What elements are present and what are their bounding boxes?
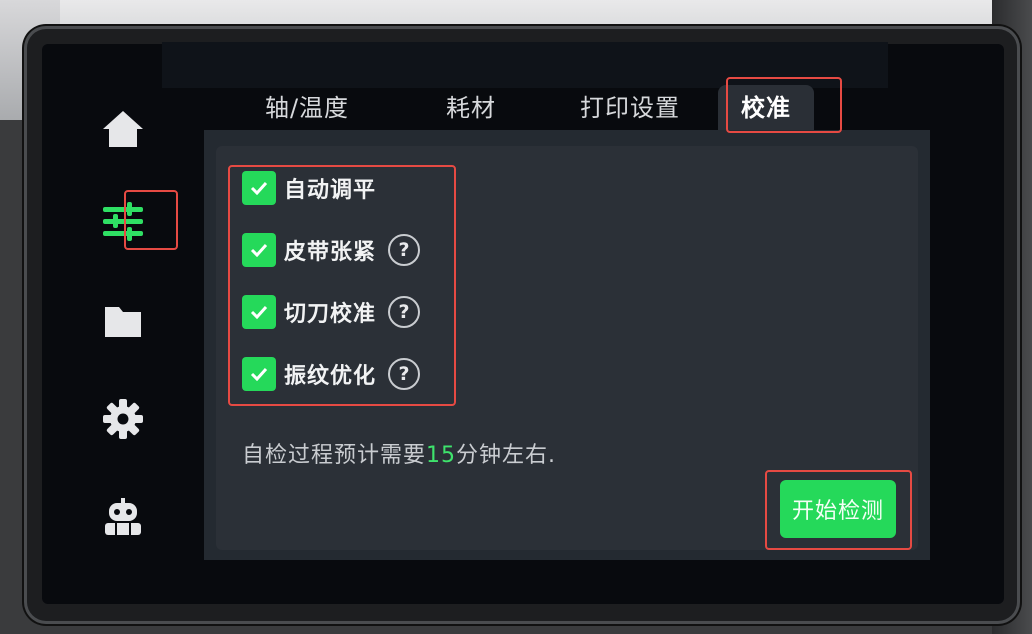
robot-icon [105, 498, 141, 535]
highlight-options [228, 165, 456, 406]
tab-filament[interactable]: 耗材 [416, 85, 526, 131]
estimate-minutes: 15 [426, 443, 457, 468]
gear-icon [103, 399, 143, 439]
estimate-suffix: 分钟左右. [456, 443, 557, 468]
tab-print-settings[interactable]: 打印设置 [560, 85, 700, 131]
time-estimate: 自检过程预计需要15分钟左右. [242, 437, 556, 469]
highlight-control-icon [124, 190, 178, 250]
home-icon [103, 111, 143, 147]
highlight-calibration-tab [726, 77, 842, 133]
sidebar-item-home[interactable] [98, 104, 148, 154]
sidebar-item-assistant[interactable] [98, 492, 148, 542]
folder-icon [105, 307, 141, 337]
sidebar-item-files[interactable] [98, 296, 148, 346]
tab-axis-temperature[interactable]: 轴/温度 [226, 85, 388, 131]
sidebar-item-settings[interactable] [98, 394, 148, 444]
estimate-prefix: 自检过程预计需要 [242, 443, 427, 468]
highlight-start-button [765, 470, 912, 550]
